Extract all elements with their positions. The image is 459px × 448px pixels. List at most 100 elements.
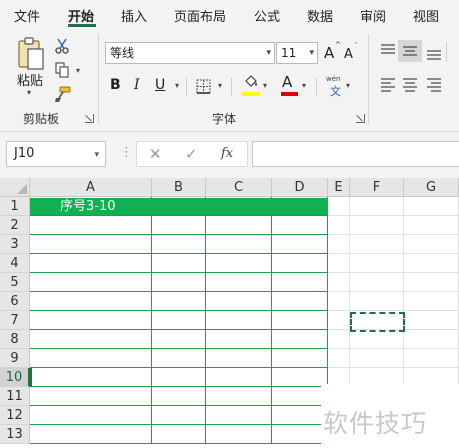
- select-all-corner[interactable]: [0, 178, 30, 197]
- cell-c7[interactable]: [206, 311, 272, 330]
- cell-f2[interactable]: [350, 216, 404, 235]
- cell-d4[interactable]: [272, 254, 328, 273]
- row-header-11[interactable]: 11: [0, 387, 30, 406]
- font-launcher-icon[interactable]: [356, 114, 365, 123]
- cell-f1[interactable]: [350, 197, 404, 216]
- cell-d5[interactable]: [272, 273, 328, 292]
- tab-view[interactable]: 视图: [413, 6, 439, 25]
- cell-a11[interactable]: [30, 387, 152, 406]
- underline-dropdown-icon[interactable]: ▾: [175, 81, 179, 90]
- cell-d3[interactable]: [272, 235, 328, 254]
- name-box[interactable]: J10 ▾: [6, 141, 106, 167]
- tab-formulas[interactable]: 公式: [254, 6, 280, 25]
- cell-e3[interactable]: [328, 235, 350, 254]
- cell-f9[interactable]: [350, 349, 404, 368]
- underline-button[interactable]: U: [155, 76, 165, 94]
- cell-e9[interactable]: [328, 349, 350, 368]
- cell-b4[interactable]: [152, 254, 206, 273]
- cell-b8[interactable]: [152, 330, 206, 349]
- cell-c12[interactable]: [206, 406, 272, 425]
- cell-a4[interactable]: [30, 254, 152, 273]
- font-color-button[interactable]: A: [282, 73, 292, 91]
- cell-f6[interactable]: [350, 292, 404, 311]
- row-header-10[interactable]: 10: [0, 368, 30, 387]
- cell-b13[interactable]: [152, 425, 206, 444]
- insert-function-button[interactable]: fx: [221, 146, 233, 161]
- row-header-9[interactable]: 9: [0, 349, 30, 368]
- paste-dropdown-icon[interactable]: ▾: [27, 88, 31, 97]
- font-size-select[interactable]: 11 ▾: [276, 42, 318, 64]
- font-name-select[interactable]: 等线 ▾: [105, 42, 275, 64]
- cell-a6[interactable]: [30, 292, 152, 311]
- cell-e8[interactable]: [328, 330, 350, 349]
- row-header-12[interactable]: 12: [0, 406, 30, 425]
- cell-a8[interactable]: [30, 330, 152, 349]
- format-painter-icon[interactable]: [54, 86, 71, 103]
- cell-d13[interactable]: [272, 425, 328, 444]
- cell-a2[interactable]: [30, 216, 152, 235]
- cell-d11[interactable]: [272, 387, 328, 406]
- tab-page-layout[interactable]: 页面布局: [174, 6, 226, 25]
- cell-c6[interactable]: [206, 292, 272, 311]
- cell-c5[interactable]: [206, 273, 272, 292]
- cell-f8[interactable]: [350, 330, 404, 349]
- cell-f4[interactable]: [350, 254, 404, 273]
- tab-data[interactable]: 数据: [307, 6, 333, 25]
- cell-c2[interactable]: [206, 216, 272, 235]
- cell-b9[interactable]: [152, 349, 206, 368]
- cell-e1[interactable]: [328, 197, 350, 216]
- paste-button-label[interactable]: 粘贴: [17, 70, 43, 89]
- row-header-3[interactable]: 3: [0, 235, 30, 254]
- column-header-a[interactable]: A: [30, 178, 152, 197]
- paste-icon[interactable]: [16, 36, 46, 72]
- cell-f3[interactable]: [350, 235, 404, 254]
- cell-d12[interactable]: [272, 406, 328, 425]
- column-header-g[interactable]: G: [404, 178, 459, 197]
- align-middle-button[interactable]: [398, 40, 422, 62]
- fill-color-icon[interactable]: [242, 75, 260, 93]
- column-header-e[interactable]: E: [328, 178, 350, 197]
- cell-a10[interactable]: [30, 368, 152, 387]
- cell-a7[interactable]: [30, 311, 152, 330]
- font-color-dropdown-icon[interactable]: ▾: [302, 81, 306, 90]
- phonetic-guide-button[interactable]: 文: [330, 83, 341, 99]
- borders-icon[interactable]: [196, 79, 211, 94]
- row-header-5[interactable]: 5: [0, 273, 30, 292]
- cell-b6[interactable]: [152, 292, 206, 311]
- align-top-icon[interactable]: [380, 44, 396, 58]
- cell-f5[interactable]: [350, 273, 404, 292]
- cell-d2[interactable]: [272, 216, 328, 235]
- row-header-6[interactable]: 6: [0, 292, 30, 311]
- cell-e6[interactable]: [328, 292, 350, 311]
- cell-d6[interactable]: [272, 292, 328, 311]
- bold-button[interactable]: B: [110, 76, 121, 94]
- cell-b12[interactable]: [152, 406, 206, 425]
- cell-b5[interactable]: [152, 273, 206, 292]
- align-right-icon[interactable]: [426, 78, 442, 92]
- row-header-4[interactable]: 4: [0, 254, 30, 273]
- formula-input[interactable]: [252, 141, 459, 167]
- cell-b11[interactable]: [152, 387, 206, 406]
- cell-g8[interactable]: [404, 330, 459, 349]
- cell-c9[interactable]: [206, 349, 272, 368]
- align-bottom-icon[interactable]: [426, 46, 442, 60]
- cell-g4[interactable]: [404, 254, 459, 273]
- row-header-7[interactable]: 7: [0, 311, 30, 330]
- cell-g6[interactable]: [404, 292, 459, 311]
- cell-e7[interactable]: [328, 311, 350, 330]
- cell-g3[interactable]: [404, 235, 459, 254]
- cell-d9[interactable]: [272, 349, 328, 368]
- cell-b2[interactable]: [152, 216, 206, 235]
- copy-icon[interactable]: [55, 62, 70, 78]
- cell-g5[interactable]: [404, 273, 459, 292]
- cell-d7[interactable]: [272, 311, 328, 330]
- cell-e2[interactable]: [328, 216, 350, 235]
- shrink-font-button[interactable]: A: [344, 46, 353, 64]
- cell-g2[interactable]: [404, 216, 459, 235]
- cell-d8[interactable]: [272, 330, 328, 349]
- copy-dropdown-icon[interactable]: ▾: [76, 66, 80, 75]
- row-header-13[interactable]: 13: [0, 425, 30, 444]
- cell-c8[interactable]: [206, 330, 272, 349]
- cell-g1[interactable]: [404, 197, 459, 216]
- grow-font-button[interactable]: A: [324, 44, 334, 62]
